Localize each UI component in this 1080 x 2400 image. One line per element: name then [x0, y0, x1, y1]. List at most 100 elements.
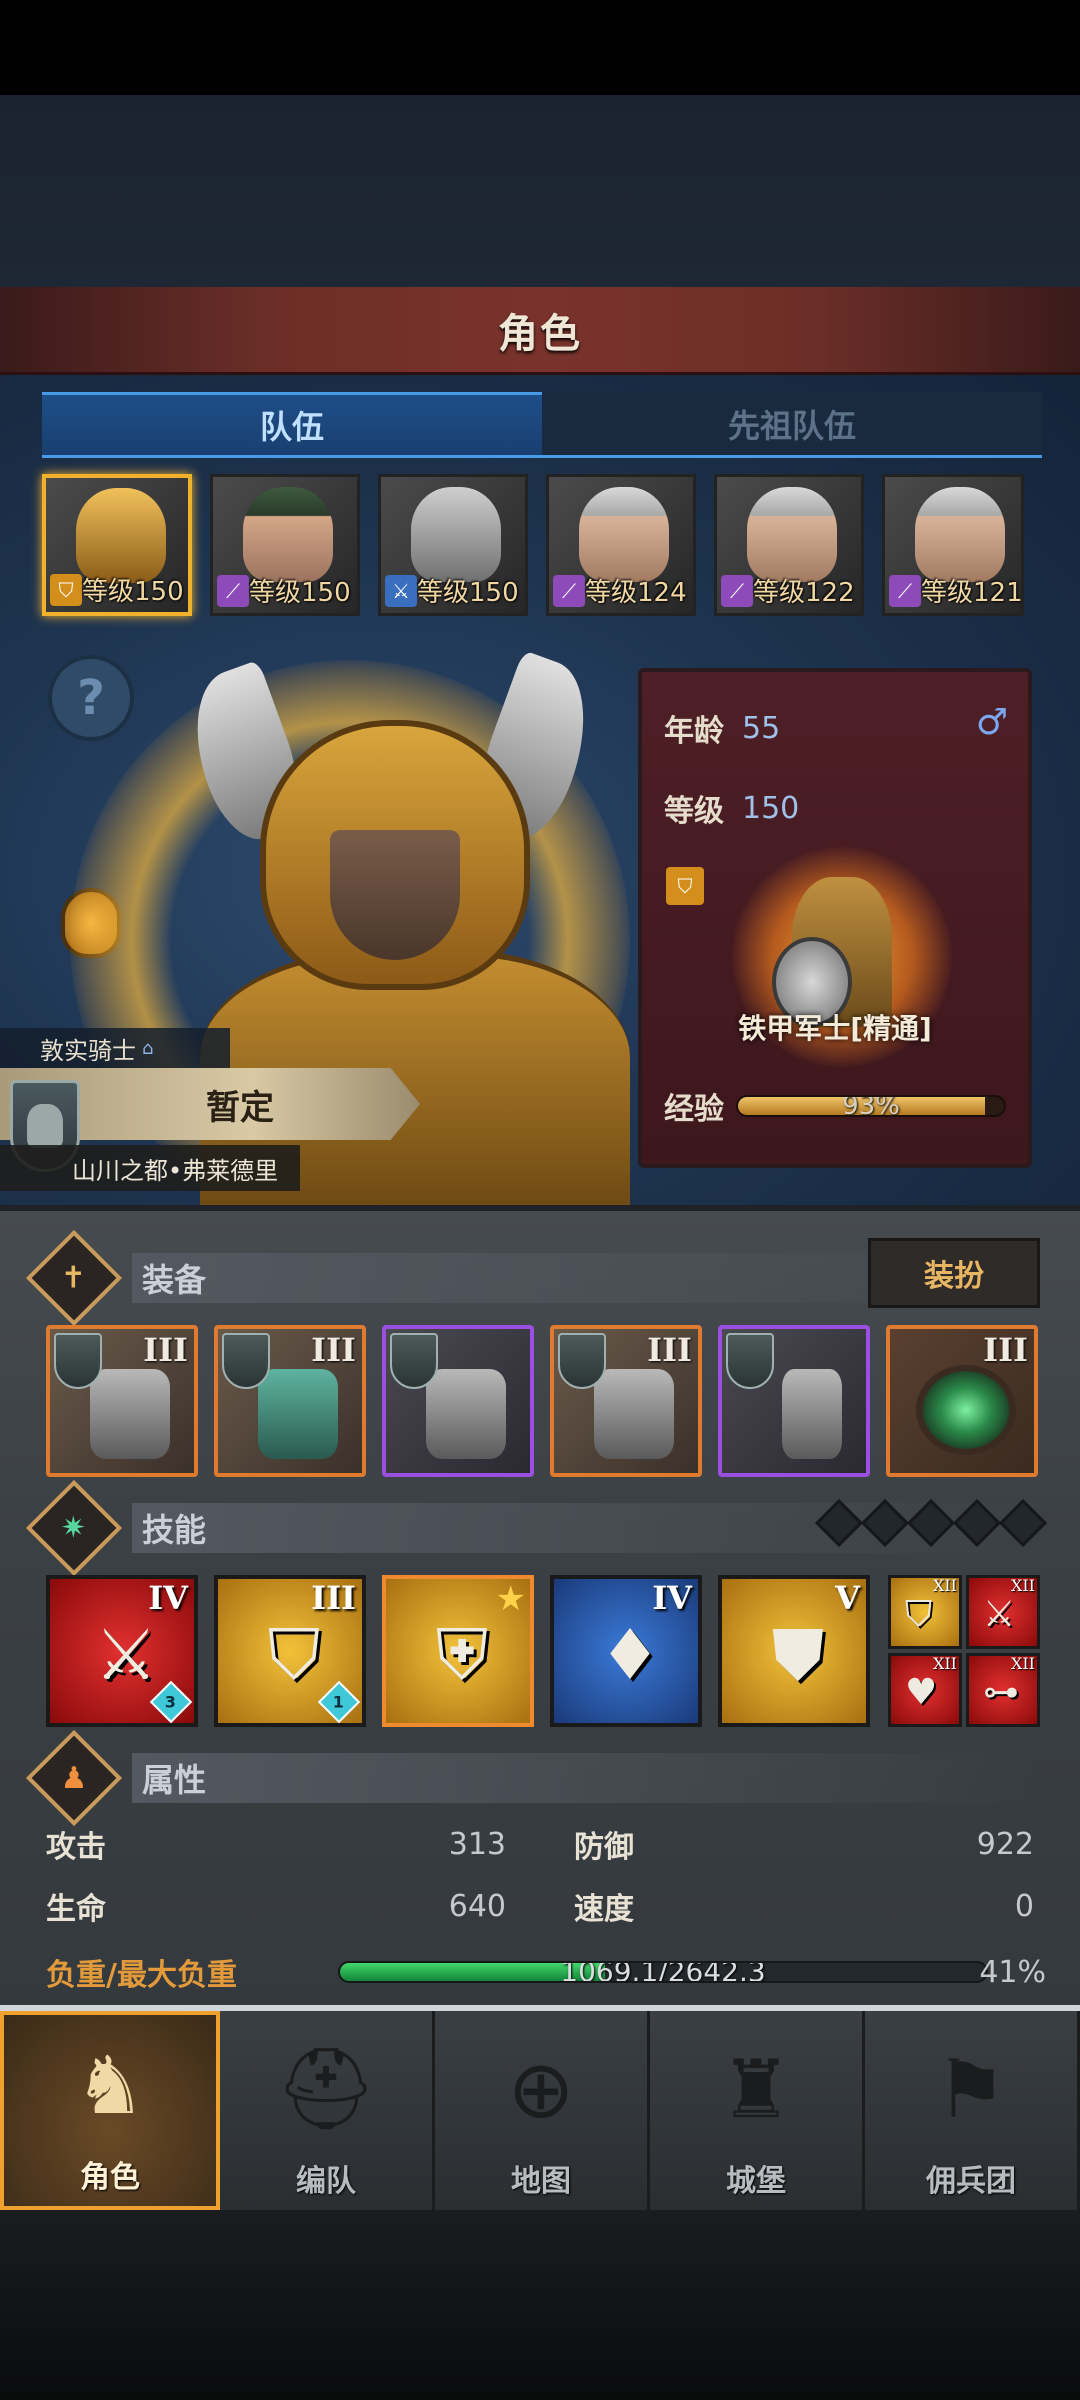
equip-slot-ring[interactable]: III	[886, 1325, 1038, 1477]
passive-skill[interactable]: ♥ XII	[888, 1653, 962, 1727]
attributes-header: ♟ 属性	[25, 1729, 1040, 1827]
fortify-shield-icon: ⛨	[435, 1613, 489, 1696]
level-value: 150	[742, 790, 800, 826]
hero-portrait-image	[747, 487, 837, 582]
person-icon: ♟	[25, 1729, 123, 1827]
team-portraits: ⛉ 等级150 ⟋ 等级150 ⚔ 等级150 ⟋ 等级124 ⟋ 等级122 …	[42, 474, 1042, 619]
heart-icon: ♥	[905, 1672, 938, 1713]
defense-row: 防御 922	[574, 1826, 1034, 1866]
hero-portrait-image	[411, 487, 501, 582]
team-portrait[interactable]: ⟋ 等级121	[882, 474, 1024, 616]
tab-team[interactable]: 队伍	[42, 392, 542, 458]
empty-diamond-icon	[860, 1498, 910, 1548]
knight-icon: ♞	[74, 2038, 146, 2132]
passive-skills: ⛉ XII ⚔ XII ♥ XII ⊶ XII	[888, 1575, 1040, 1727]
dress-up-button[interactable]: 装扮	[868, 1238, 1040, 1308]
page-title: 角色	[498, 310, 582, 357]
portrait-level: 等级150	[249, 578, 351, 608]
class-shield-icon: ⛉	[666, 867, 704, 905]
equipment-slots: III III III III	[46, 1325, 1046, 1477]
team-portrait[interactable]: ⟋ 等级150	[210, 474, 360, 616]
hero-title-label: 敦实骑士 ⌂	[0, 1028, 230, 1068]
sword-strike-icon: ⚔	[94, 1614, 158, 1696]
class-sword-icon: ⚔	[385, 575, 417, 607]
hp-row: 生命 640	[46, 1888, 506, 1928]
hero-portrait-image	[76, 488, 166, 583]
passive-skill[interactable]: ⊶ XII	[966, 1653, 1040, 1727]
bottom-nav: ♞ 角色 ⛑ 编队 ⊕ 地图 ♜ 城堡 ⚑ 佣兵团	[0, 2005, 1080, 2210]
team-portrait[interactable]: ⟋ 等级122	[714, 474, 864, 616]
hero-name: 暂定	[206, 1087, 274, 1128]
skill-slot[interactable]: ♦ IV	[550, 1575, 702, 1727]
help-button[interactable]: ?	[48, 655, 134, 741]
nav-formation[interactable]: ⛑ 编队	[220, 2011, 435, 2210]
cross-icon: ✝	[25, 1229, 123, 1327]
skill-slot[interactable]: ⛨ ★	[382, 1575, 534, 1727]
skill-slot[interactable]: ⚔ IV 3	[46, 1575, 198, 1727]
helmet-squad-icon: ⛑	[275, 2042, 377, 2135]
helmet-emblem-icon	[390, 1333, 438, 1389]
passive-skill[interactable]: ⚔ XII	[966, 1575, 1040, 1649]
class-staff-icon: ⟋	[721, 575, 753, 607]
exp-percent: 93%	[842, 1095, 900, 1117]
portrait-level: 等级124	[585, 578, 687, 608]
nav-castle[interactable]: ♜ 城堡	[650, 2011, 865, 2210]
equip-slot-weapon[interactable]: III	[46, 1325, 198, 1477]
tower-shield-icon	[258, 1369, 338, 1459]
ring-icon	[916, 1365, 1016, 1455]
load-progress-bar: 1069.1/2642.3	[338, 1961, 988, 1983]
nav-mercenary[interactable]: ⚑ 佣兵团	[865, 2011, 1080, 2210]
shield-gauntlet-icon: ⛊	[771, 1613, 825, 1696]
load-value: 1069.1/2642.3	[560, 1961, 766, 1983]
skill-slot[interactable]: ⛉ III 1	[214, 1575, 366, 1727]
empty-diamond-icon	[952, 1498, 1002, 1548]
class-staff-icon: ⟋	[889, 575, 921, 607]
attributes-title: 属性	[132, 1753, 1040, 1803]
equip-slot-shield[interactable]: III	[214, 1325, 366, 1477]
helmet-emblem-icon	[54, 1333, 102, 1389]
portrait-level: 等级122	[753, 578, 855, 608]
equip-slot-armor[interactable]: III	[550, 1325, 702, 1477]
attack-value: 313	[448, 1826, 506, 1862]
banner-sword-icon: ⚑	[935, 2042, 1007, 2136]
header-background	[0, 95, 1080, 287]
portrait-level: 等级121	[921, 578, 1023, 608]
load-percent: 41%	[979, 1954, 1046, 1990]
skill-slot-indicators	[814, 1498, 1048, 1548]
hero-portrait-image	[579, 487, 669, 582]
class-name: 铁甲军士[精通]	[738, 1012, 932, 1045]
class-staff-icon: ⟋	[217, 575, 249, 607]
sword-icon: ⚔	[983, 1594, 1016, 1635]
star-burst-icon: ✷	[25, 1479, 123, 1577]
empty-diamond-icon	[906, 1498, 956, 1548]
team-portrait[interactable]: ⛉ 等级150	[42, 474, 192, 616]
chest-armor-icon	[594, 1369, 674, 1459]
helmet-icon	[426, 1369, 506, 1459]
portrait-level: 等级150	[82, 577, 184, 607]
dumbbell-icon: ⊶	[983, 1672, 1019, 1713]
helmet-emblem-icon	[222, 1333, 270, 1389]
tab-ancestor-team[interactable]: 先祖队伍	[542, 392, 1042, 458]
nav-character[interactable]: ♞ 角色	[0, 2011, 220, 2210]
team-portrait[interactable]: ⚔ 等级150	[378, 474, 528, 616]
equip-slot-boots[interactable]	[718, 1325, 870, 1477]
crystal-sword-icon: ♦	[598, 1614, 662, 1696]
team-portrait[interactable]: ⟋ 等级124	[546, 474, 696, 616]
castle-icon: ♜	[720, 2042, 792, 2136]
male-icon: ♂	[975, 702, 1008, 743]
passive-skill[interactable]: ⛉ XII	[888, 1575, 962, 1649]
age-value: 55	[742, 710, 781, 746]
nav-map[interactable]: ⊕ 地图	[435, 2011, 650, 2210]
load-row: 负重/最大负重 1069.1/2642.3 41%	[46, 1954, 1046, 1994]
class-shield-icon: ⛉	[50, 574, 82, 606]
attack-row: 攻击 313	[46, 1826, 506, 1866]
shield-bash-icon: ⛉	[267, 1613, 321, 1696]
warhammer-icon	[90, 1369, 170, 1459]
equip-slot-helmet[interactable]	[382, 1325, 534, 1477]
compass-map-icon: ⊕	[507, 2042, 575, 2136]
defense-value: 922	[976, 1826, 1034, 1862]
star-icon: ★	[495, 1579, 526, 1619]
helmet-emblem-icon	[558, 1333, 606, 1389]
skill-slot[interactable]: ⛊ V	[718, 1575, 870, 1727]
hero-info-card: 年龄 55 ♂ 等级 150 ⛉ 铁甲军士[精通] 经验 93%	[638, 668, 1032, 1168]
